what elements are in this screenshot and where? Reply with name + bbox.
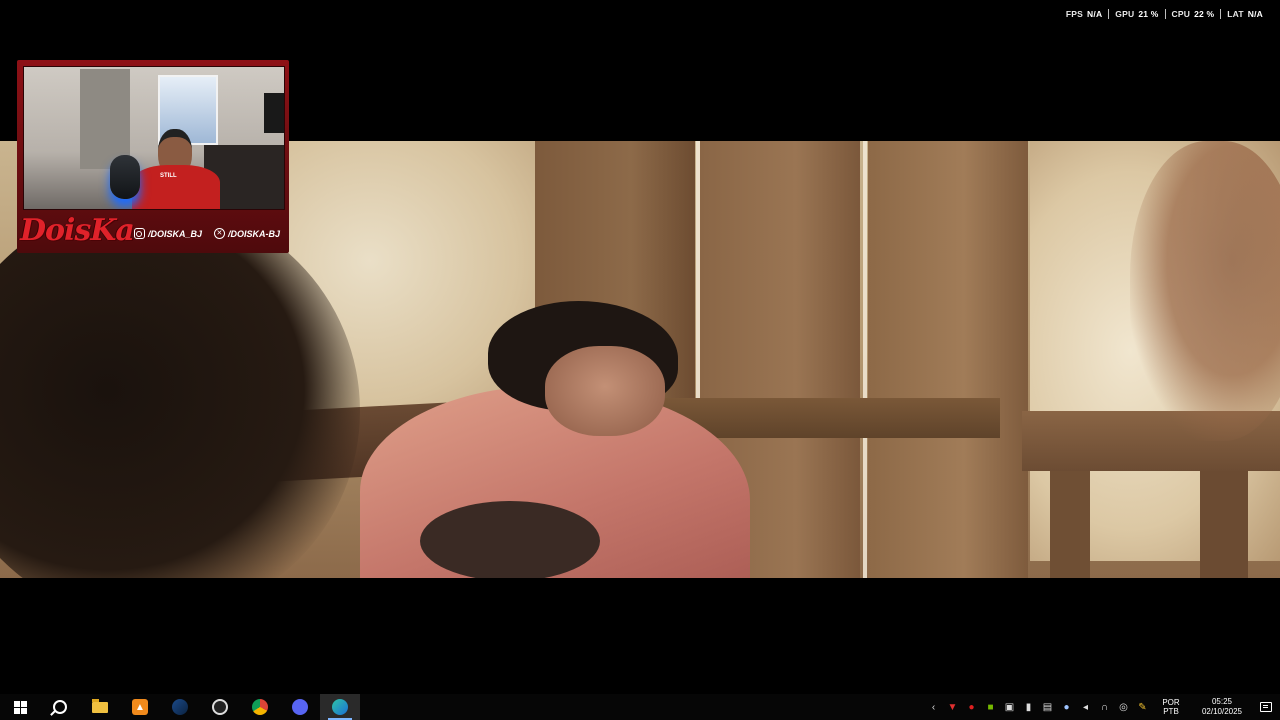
instagram-handle-text: /DOISKA_BJ [147, 228, 202, 239]
wooden-post [1050, 471, 1090, 578]
language-indicator[interactable]: POR PTB [1156, 698, 1186, 716]
taskbar-file-explorer[interactable] [80, 694, 120, 720]
tray-volume-icon[interactable]: ◂ [1076, 702, 1095, 713]
tray-headset-icon[interactable]: ∩ [1095, 702, 1114, 713]
latency-value: N/A [1247, 9, 1263, 19]
clock-date: 02/10/2025 [1201, 707, 1243, 716]
streamer-shirt: STILL [132, 165, 220, 209]
tray-steam-icon[interactable]: ● [1057, 702, 1076, 713]
notification-icon [1260, 702, 1272, 712]
tray-pen-icon[interactable]: ✎ [1133, 702, 1152, 713]
tray-mic-icon[interactable]: ▮ [1019, 702, 1038, 713]
cpu-stat: CPU 22 % [1166, 9, 1221, 19]
start-button[interactable] [0, 694, 40, 720]
taskbar-discord[interactable] [280, 694, 320, 720]
tray-app-icon[interactable]: ▣ [1000, 702, 1019, 713]
tray-expand-icon[interactable]: ‹ [924, 702, 943, 713]
wooden-post [1200, 471, 1248, 578]
tray-record-icon[interactable]: ● [962, 702, 981, 713]
x-handle-text: /DOISKA-BJ [227, 228, 280, 239]
character-face [545, 346, 665, 436]
fps-value: N/A [1087, 9, 1103, 19]
room-door [80, 69, 130, 169]
tray-gamepad-icon[interactable]: ◎ [1114, 702, 1133, 713]
clock[interactable]: 05:25 02/10/2025 [1192, 697, 1252, 717]
obs-icon [212, 699, 228, 715]
social-links: /DOISKA_BJ ✕ /DOISKA-BJ [133, 228, 280, 239]
latency-stat: LAT N/A [1221, 9, 1269, 19]
tray-network-icon[interactable]: ▤ [1038, 702, 1057, 713]
notification-button[interactable] [1252, 702, 1280, 712]
search-icon [53, 700, 67, 714]
board-gap [863, 141, 867, 578]
steam-icon [172, 699, 188, 715]
keyboard-line: PTB [1163, 707, 1179, 716]
system-tray: ‹ ▼ ● ■ ▣ ▮ ▤ ● ◂ ∩ ◎ ✎ POR PTB 05:25 02… [924, 694, 1280, 720]
clock-time: 05:25 [1211, 697, 1233, 706]
gpu-stat: GPU 21 % [1109, 9, 1164, 19]
cpu-label: CPU [1171, 9, 1191, 19]
x-handle: ✕ /DOISKA-BJ [213, 228, 280, 239]
streamer: STILL [128, 129, 224, 209]
webcam-overlay: STILL DoisKa /DOISKA_BJ ✕ /DOISKA-BJ [17, 60, 289, 253]
taskbar: ▲ ‹ ▼ ● ■ ▣ ▮ ▤ ● ◂ ∩ ◎ ✎ POR PTB 05:25 … [0, 694, 1280, 720]
tray-nvidia-icon[interactable]: ■ [981, 702, 1000, 713]
fps-label: FPS [1065, 9, 1084, 19]
latency-label: LAT [1227, 9, 1244, 19]
blurred-figure-right [1130, 141, 1280, 441]
taskbar-chrome[interactable] [240, 694, 280, 720]
gpu-label: GPU [1115, 9, 1135, 19]
performance-overlay: FPS N/A GPU 21 % CPU 22 % LAT N/A [1060, 9, 1269, 19]
language-line: POR [1162, 698, 1180, 707]
room-tv [264, 93, 284, 133]
instagram-handle: /DOISKA_BJ [133, 228, 202, 239]
tray-red-app-icon[interactable]: ▼ [943, 702, 962, 713]
cpu-value: 22 % [1194, 9, 1215, 19]
folder-icon [92, 698, 108, 713]
taskbar-orange-app[interactable]: ▲ [120, 694, 160, 720]
character-sash [420, 501, 600, 578]
instagram-icon [133, 228, 145, 239]
shirt-text: STILL [160, 173, 177, 179]
taskbar-edge[interactable] [320, 694, 360, 720]
webcam-feed: STILL [23, 66, 285, 210]
fps-stat: FPS N/A [1060, 9, 1108, 19]
channel-logo: DoisKa [20, 213, 135, 248]
wooden-board [868, 141, 1028, 578]
microphone [110, 155, 140, 199]
search-button[interactable] [40, 694, 80, 720]
windows-icon [13, 700, 27, 714]
x-icon: ✕ [213, 228, 225, 239]
taskbar-obs[interactable] [200, 694, 240, 720]
orange-app-icon: ▲ [132, 699, 148, 715]
taskbar-steam[interactable] [160, 694, 200, 720]
chrome-icon [252, 699, 268, 715]
edge-icon [332, 699, 348, 715]
gpu-value: 21 % [1138, 9, 1159, 19]
discord-icon [292, 699, 308, 715]
